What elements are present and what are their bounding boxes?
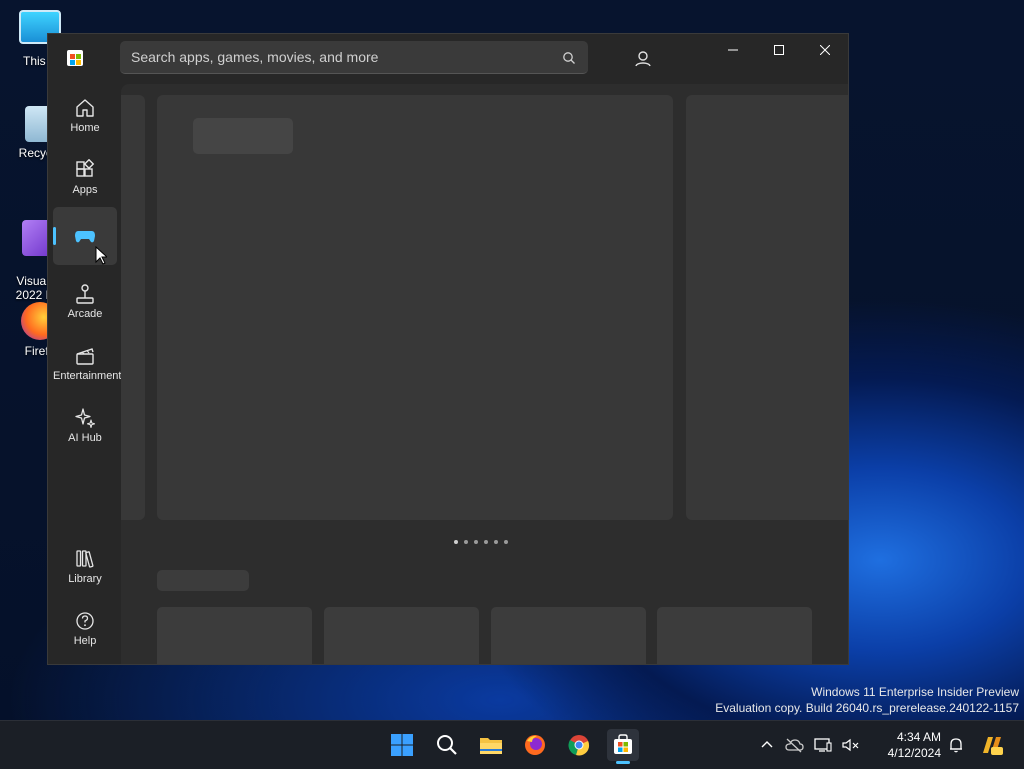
active-app-indicator — [616, 761, 630, 764]
search-input[interactable]: Search apps, games, movies, and more — [120, 41, 588, 74]
nav-item-label: Arcade — [67, 308, 103, 320]
taskbar-search-button[interactable] — [431, 729, 463, 761]
copilot-preview-icon[interactable] — [980, 733, 1004, 757]
microsoft-store-logo-icon — [67, 50, 83, 66]
tile-placeholder[interactable] — [657, 607, 812, 664]
nav-item-label: Home — [70, 122, 100, 134]
library-icon — [76, 550, 94, 568]
volume-muted-icon[interactable] — [842, 737, 860, 753]
carousel-dot[interactable] — [464, 540, 468, 544]
windows-watermark: Windows 11 Enterprise Insider Preview Ev… — [715, 684, 1019, 716]
microsoft-store-window: Search apps, games, movies, and more Hom… — [47, 33, 849, 665]
onedrive-offline-icon[interactable] — [784, 737, 804, 753]
main-content — [121, 84, 848, 664]
taskbar-clock[interactable]: 4:34 AM 4/12/2024 — [888, 729, 941, 761]
nav-item-library[interactable]: Library — [53, 540, 117, 598]
nav-item-label: Entertainment — [53, 370, 122, 382]
clock-time: 4:34 AM — [896, 730, 941, 744]
chrome-taskbar-button[interactable] — [563, 729, 595, 761]
nav-item-label: Library — [68, 573, 102, 585]
minimize-icon — [728, 49, 738, 51]
start-button[interactable] — [386, 729, 418, 761]
display-icon[interactable] — [814, 737, 832, 753]
mouse-cursor-icon — [95, 246, 107, 265]
file-explorer-button[interactable] — [475, 729, 507, 761]
carousel-dot[interactable] — [474, 540, 478, 544]
windows-logo-icon — [391, 734, 413, 756]
section-title-placeholder — [157, 570, 249, 591]
carousel-dot[interactable] — [454, 540, 458, 544]
nav-item-gaming[interactable] — [53, 207, 117, 265]
nav-item-home[interactable]: Home — [53, 89, 117, 147]
hero-card-current[interactable] — [157, 95, 673, 520]
hero-card-next[interactable] — [686, 95, 848, 520]
gamepad-icon — [75, 231, 95, 243]
tile-placeholder[interactable] — [157, 607, 312, 664]
microsoft-store-icon — [614, 734, 632, 754]
carousel-pager — [454, 540, 508, 544]
close-icon — [820, 45, 830, 55]
carousel-dot[interactable] — [484, 540, 488, 544]
nav-item-label: Help — [73, 635, 97, 647]
minimize-button[interactable] — [710, 34, 756, 66]
maximize-button[interactable] — [756, 34, 802, 66]
carousel-dot[interactable] — [494, 540, 498, 544]
watermark-line-1: Windows 11 Enterprise Insider Preview — [811, 685, 1019, 699]
notification-bell-icon[interactable] — [948, 737, 964, 753]
close-button[interactable] — [802, 34, 848, 66]
carousel-dot[interactable] — [504, 540, 508, 544]
chevron-up-icon[interactable] — [760, 738, 774, 752]
nav-item-label: Apps — [72, 184, 98, 196]
nav-item-label: AI Hub — [68, 432, 102, 444]
navigation-rail: Home Apps Arcade Entertainment AI Hub Li… — [48, 84, 121, 664]
nav-item-arcade[interactable]: Arcade — [53, 275, 117, 333]
help-icon — [76, 612, 94, 630]
nav-item-ai-hub[interactable]: AI Hub — [53, 399, 117, 457]
clock-date: 4/12/2024 — [887, 746, 941, 760]
nav-item-entertainment[interactable]: Entertainment — [53, 337, 121, 395]
active-indicator — [53, 227, 56, 245]
search-icon[interactable] — [562, 51, 576, 65]
home-icon — [76, 99, 94, 117]
chrome-icon — [568, 735, 590, 756]
taskbar: 4:34 AM 4/12/2024 — [0, 720, 1024, 769]
title-bar: Search apps, games, movies, and more — [48, 34, 848, 84]
account-icon[interactable] — [630, 46, 656, 72]
tile-placeholder[interactable] — [491, 607, 646, 664]
clapperboard-icon — [76, 348, 94, 365]
folder-icon — [480, 738, 502, 754]
hero-title-placeholder — [193, 118, 293, 154]
watermark-line-2: Evaluation copy. Build 26040.rs_prerelea… — [715, 701, 1019, 715]
joystick-icon — [76, 284, 94, 304]
search-placeholder: Search apps, games, movies, and more — [131, 49, 379, 65]
nav-item-apps[interactable]: Apps — [53, 151, 117, 209]
search-icon — [437, 735, 457, 755]
maximize-icon — [774, 45, 784, 55]
tile-placeholder[interactable] — [324, 607, 479, 664]
sparkle-icon — [75, 408, 96, 429]
hero-card-previous[interactable] — [121, 95, 145, 520]
store-taskbar-button[interactable] — [607, 729, 639, 764]
apps-icon — [76, 159, 95, 177]
system-tray — [760, 721, 860, 769]
firefox-taskbar-button[interactable] — [519, 729, 551, 761]
firefox-icon — [525, 735, 545, 755]
nav-item-help[interactable]: Help — [53, 602, 117, 660]
